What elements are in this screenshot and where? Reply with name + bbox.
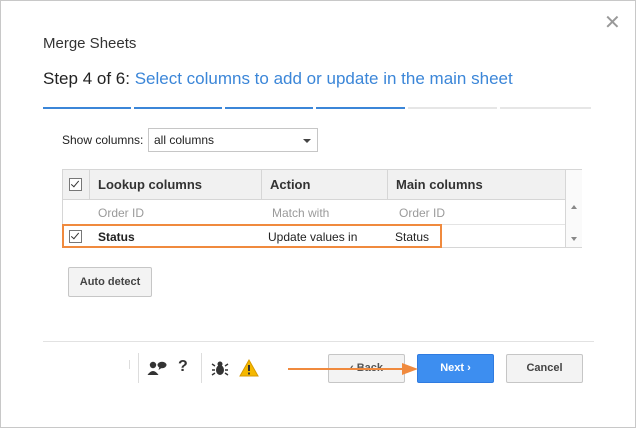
header-main-columns[interactable]: Main columns — [388, 170, 565, 199]
main-column-cell: Order ID — [399, 206, 446, 220]
cancel-button[interactable]: Cancel — [506, 354, 583, 383]
progress-segment — [134, 107, 222, 109]
columns-table: Lookup columns Action Main columns Order… — [62, 169, 582, 248]
lookup-column-cell: Order ID — [98, 206, 145, 220]
progress-segment — [225, 107, 313, 109]
select-all-cell — [63, 170, 90, 199]
next-button[interactable]: Next › — [417, 354, 494, 383]
scroll-up-icon[interactable] — [571, 205, 577, 209]
footer-separator — [138, 353, 139, 383]
progress-segment — [43, 107, 131, 109]
table-row[interactable]: Status Update values in Status — [63, 225, 565, 249]
footer-separator — [129, 360, 130, 369]
action-dropdown[interactable]: Update values in — [268, 230, 357, 244]
progress-segment — [316, 107, 405, 109]
header-lookup-columns[interactable]: Lookup columns — [90, 170, 262, 199]
close-icon[interactable]: ✕ — [604, 13, 621, 33]
merge-sheets-dialog: ✕ Merge Sheets Step 4 of 6: Select colum… — [0, 0, 636, 428]
table-header: Lookup columns Action Main columns — [63, 170, 565, 200]
show-columns-select[interactable]: all columns — [148, 128, 318, 152]
action-cell: Match with — [272, 206, 330, 220]
arrow-icon — [288, 363, 418, 375]
select-all-checkbox[interactable] — [69, 178, 82, 191]
step-heading: Step 4 of 6: Select columns to add or up… — [43, 69, 513, 89]
step-description: Select columns to add or update in the m… — [134, 69, 513, 88]
bug-icon[interactable] — [211, 359, 229, 382]
row-checkbox[interactable] — [69, 230, 82, 243]
table-row[interactable]: Order ID Match with Order ID — [63, 201, 565, 225]
auto-detect-button[interactable]: Auto detect — [68, 267, 152, 297]
contact-icon[interactable] — [146, 360, 168, 381]
chevron-right-icon: › — [467, 362, 471, 374]
dialog-title: Merge Sheets — [43, 35, 137, 52]
footer-separator — [201, 353, 202, 383]
chevron-down-icon — [303, 139, 311, 143]
header-action[interactable]: Action — [262, 170, 388, 199]
help-icon[interactable]: ? — [178, 358, 188, 376]
main-column-dropdown[interactable]: Status — [395, 230, 429, 244]
step-progress-bar — [43, 107, 591, 109]
progress-segment — [408, 107, 497, 109]
next-label: Next — [440, 362, 465, 374]
show-columns-value: all columns — [154, 133, 215, 147]
progress-segment — [500, 107, 591, 109]
scroll-down-icon[interactable] — [571, 237, 577, 241]
lookup-column-cell: Status — [98, 230, 135, 244]
show-columns-label: Show columns: — [62, 133, 144, 147]
step-prefix: Step 4 of 6: — [43, 69, 130, 88]
footer-divider — [43, 341, 594, 342]
table-scrollbar[interactable] — [565, 170, 582, 247]
warning-icon[interactable] — [239, 358, 259, 382]
